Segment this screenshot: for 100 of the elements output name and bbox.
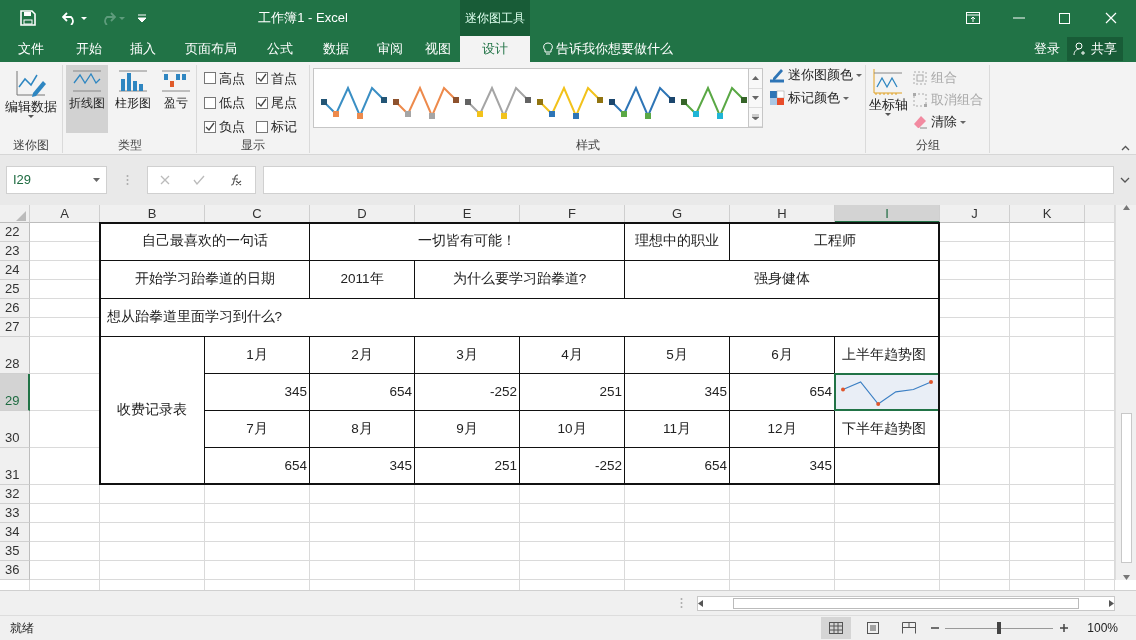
ribbon-tab[interactable]: 视图	[416, 36, 460, 62]
zoom-level-text[interactable]: 100%	[1087, 619, 1118, 637]
ribbon-tab[interactable]: 设计	[460, 36, 530, 62]
sparkline-style-drawing[interactable]	[465, 85, 532, 120]
caret-icon[interactable]	[93, 178, 100, 182]
share-button[interactable]: 共享	[1066, 37, 1123, 61]
checkbox[interactable]	[203, 120, 216, 133]
marker-color-button[interactable]: 标记颜色	[766, 88, 864, 109]
close-icon[interactable]	[1104, 12, 1118, 24]
ribbon-display-icon[interactable]	[966, 12, 980, 24]
group-label: 迷你图	[12, 137, 50, 153]
row-header[interactable]: 27	[0, 318, 30, 337]
row-header[interactable]: 32	[0, 485, 30, 504]
scrollbar-thumb[interactable]	[1120, 412, 1132, 563]
zoom-out-icon[interactable]	[930, 624, 939, 632]
table-cell[interactable]: 一切皆有可能！	[309, 222, 625, 261]
sparkline-style-drawing[interactable]	[393, 85, 460, 120]
column-header[interactable]: I	[835, 205, 940, 223]
sign-in-link[interactable]: 登录	[1034, 39, 1061, 59]
row-header[interactable]: 24	[0, 261, 30, 280]
column-header[interactable]: J	[940, 205, 1010, 223]
row-header[interactable]: 31	[0, 448, 30, 485]
scroll-right-icon[interactable]	[1109, 599, 1114, 607]
ribbon-tab[interactable]: 数据	[308, 36, 364, 62]
ribbon-tab[interactable]: 页面布局	[170, 36, 252, 62]
customize-icon[interactable]	[138, 14, 146, 22]
collapse-ribbon-icon[interactable]	[1120, 144, 1130, 151]
row-header[interactable]: 33	[0, 504, 30, 523]
column-chart-icon	[116, 67, 149, 95]
checkbox-label[interactable]: 首点	[270, 68, 297, 89]
checkbox-label[interactable]: 标记	[270, 117, 297, 137]
row-header[interactable]: 28	[0, 337, 30, 374]
vertical-scrollbar[interactable]	[1115, 205, 1136, 580]
zoom-in-icon[interactable]	[1059, 624, 1068, 632]
maximize-icon[interactable]	[1058, 12, 1072, 24]
expand-icon[interactable]	[1120, 177, 1130, 183]
edit-data-button[interactable]: 编辑数据	[2, 65, 60, 137]
row-header[interactable]: 34	[0, 523, 30, 542]
ribbon-tab[interactable]: 插入	[116, 36, 170, 62]
person-icon	[1073, 42, 1088, 56]
page-break-icon	[902, 622, 917, 634]
column-header[interactable]: A	[30, 205, 100, 223]
ribbon-tab[interactable]: 开始	[62, 36, 116, 62]
status-text: 就绪	[10, 620, 34, 637]
row-header[interactable]: 23	[0, 242, 30, 261]
sparkline-style-drawing[interactable]	[321, 85, 388, 120]
gallery-more-icon[interactable]	[752, 114, 760, 121]
scroll-down-icon[interactable]	[1122, 575, 1130, 580]
row-header[interactable]: 35	[0, 542, 30, 561]
table-cell[interactable]: 想从跆拳道里面学习到什么?	[99, 298, 940, 337]
column-header[interactable]: K	[1010, 205, 1085, 223]
table-cell[interactable]: 强身健体	[624, 260, 940, 299]
clear-button[interactable]: 清除	[910, 112, 985, 132]
sparkline-color-button[interactable]: 迷你图颜色	[766, 65, 864, 85]
row-header[interactable]: 25	[0, 280, 30, 299]
checkbox-label[interactable]: 尾点	[270, 92, 297, 113]
eraser-icon	[912, 114, 928, 130]
save-icon[interactable]	[19, 10, 36, 26]
sparkline-type-button[interactable]: 盈亏	[156, 65, 196, 133]
function-icon[interactable]	[229, 174, 244, 186]
page-icon	[865, 622, 880, 634]
checkbox[interactable]	[203, 96, 216, 109]
scroll-left-icon[interactable]	[698, 599, 703, 607]
table-cell[interactable]: 为什么要学习跆拳道?	[414, 260, 625, 299]
horizontal-scrollbar[interactable]	[697, 595, 1115, 611]
checkbox-label[interactable]: 高点	[218, 68, 245, 89]
row-header[interactable]: 36	[0, 561, 30, 580]
gallery-up-icon[interactable]	[752, 75, 760, 82]
ribbon-tab[interactable]: 审阅	[364, 36, 416, 62]
checkbox[interactable]	[255, 72, 268, 85]
axis-button[interactable]: 坐标轴	[866, 65, 910, 137]
row-header[interactable]: 22	[0, 223, 30, 242]
sparkline-style-drawing[interactable]	[609, 85, 676, 120]
ribbon-tab[interactable]: 公式	[252, 36, 308, 62]
formula-input[interactable]	[262, 166, 1114, 194]
scrollbar-thumb[interactable]	[733, 597, 1079, 609]
normal-view-button[interactable]	[821, 617, 852, 639]
row-header[interactable]: 26	[0, 299, 30, 318]
checkbox-label[interactable]: 低点	[218, 92, 245, 113]
checkbox-label[interactable]: 负点	[218, 117, 245, 137]
line-chart-icon	[71, 67, 104, 95]
sparkline-type-button[interactable]: 柱形图	[111, 65, 154, 133]
zoom-slider-thumb[interactable]	[997, 621, 1002, 634]
row-header[interactable]: 30	[0, 411, 30, 448]
caret-icon	[842, 96, 849, 100]
name-box[interactable]: I29	[6, 166, 107, 194]
sparkline-type-button[interactable]: 折线图	[66, 65, 109, 133]
row-header[interactable]: 29	[0, 374, 30, 411]
axis-icon	[872, 67, 904, 97]
gallery-down-icon[interactable]	[752, 94, 760, 101]
checkbox[interactable]	[255, 96, 268, 109]
caret-icon	[855, 73, 862, 77]
checkbox[interactable]	[255, 120, 268, 133]
caret-icon[interactable]	[80, 16, 87, 20]
sparkline-style-drawing[interactable]	[537, 85, 604, 120]
ribbon-tab[interactable]: 文件	[0, 36, 62, 62]
checkbox[interactable]	[203, 72, 216, 85]
tell-me-search[interactable]: 告诉我你想要做什么	[556, 39, 674, 59]
sparkline-style-drawing[interactable]	[681, 85, 748, 120]
table-cell[interactable]: 开始学习跆拳道的日期	[99, 260, 310, 299]
